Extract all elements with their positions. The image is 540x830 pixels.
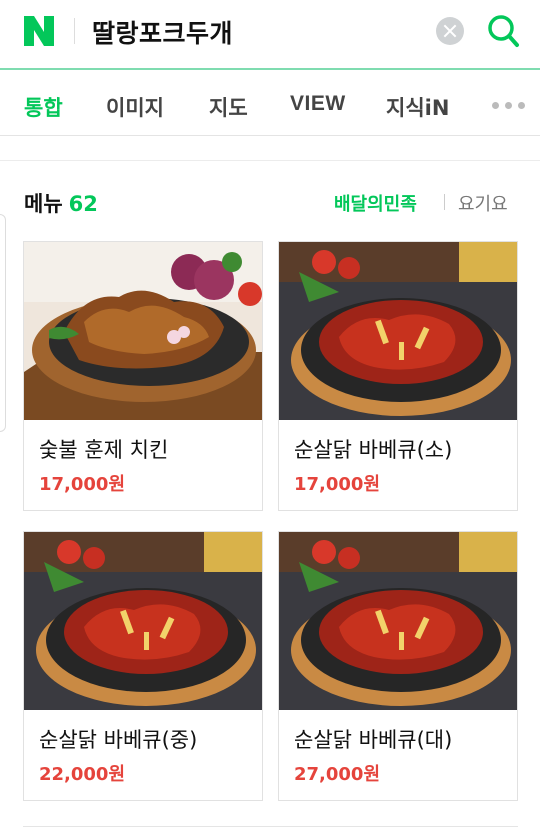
menu-item-price: 17,000원 <box>39 474 126 495</box>
tab-map[interactable]: 지도 <box>209 92 248 122</box>
menu-item-price: 22,000원 <box>39 764 126 785</box>
search-query-input[interactable]: 딸랑포크두개 <box>92 14 233 50</box>
side-handle[interactable] <box>0 214 6 432</box>
menu-item-photo <box>279 242 517 420</box>
menu-title-label: 메뉴 <box>24 192 63 216</box>
tab-view[interactable]: VIEW <box>290 92 346 116</box>
clear-icon[interactable] <box>436 17 464 45</box>
menu-card[interactable]: 숯불 훈제 치킨 17,000원 <box>23 241 263 511</box>
search-icon[interactable] <box>486 12 520 48</box>
menu-item-name: 숯불 훈제 치킨 <box>39 438 169 462</box>
menu-card[interactable]: 순살닭 바베큐(중) 22,000원 <box>23 531 263 801</box>
menu-item-name: 순살닭 바베큐(대) <box>294 728 453 752</box>
menu-item-photo <box>279 532 517 710</box>
tab-knowledge-in[interactable]: 지식iN <box>386 92 449 122</box>
section-separator <box>0 137 540 161</box>
menu-item-name: 순살닭 바베큐(중) <box>39 728 198 752</box>
section-bottom-divider <box>23 826 518 827</box>
menu-item-name: 순살닭 바베큐(소) <box>294 438 453 462</box>
source-baemin-link[interactable]: 배달의민족 <box>334 190 417 216</box>
menu-card[interactable]: 순살닭 바베큐(대) 27,000원 <box>278 531 518 801</box>
tab-images[interactable]: 이미지 <box>106 92 164 122</box>
search-tabs: 통합 이미지 지도 VIEW 지식iN <box>0 72 540 136</box>
menu-count: 62 <box>68 192 98 216</box>
naver-logo-icon[interactable] <box>22 14 56 48</box>
menu-card[interactable]: 순살닭 바베큐(소) 17,000원 <box>278 241 518 511</box>
more-tabs-icon[interactable] <box>492 102 528 110</box>
menu-item-price: 27,000원 <box>294 764 381 785</box>
search-header: 딸랑포크두개 <box>0 0 540 70</box>
menu-item-price: 17,000원 <box>294 474 381 495</box>
tab-integrated[interactable]: 통합 <box>24 92 63 122</box>
menu-item-photo <box>24 242 262 420</box>
source-yogiyo-link[interactable]: 요기요 <box>458 190 508 216</box>
source-divider <box>444 194 445 210</box>
header-divider <box>74 18 75 44</box>
menu-item-photo <box>24 532 262 710</box>
menu-section-title: 메뉴 62 <box>24 188 98 218</box>
